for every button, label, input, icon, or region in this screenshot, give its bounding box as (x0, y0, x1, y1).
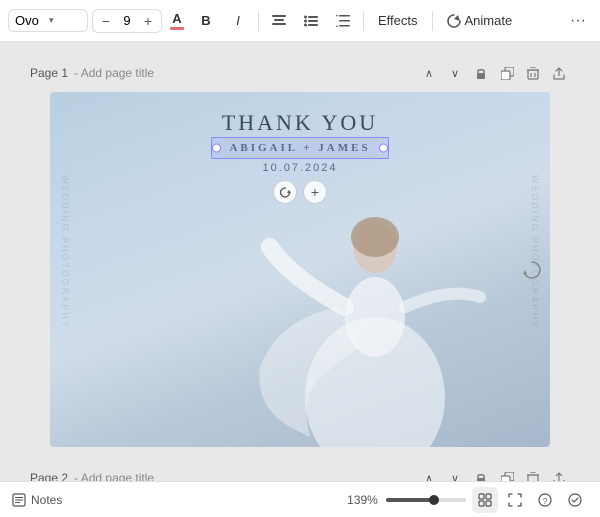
thank-you-text[interactable]: THANK YOU (50, 110, 550, 136)
zoom-percent-label: 139% (345, 493, 380, 507)
zoom-slider-thumb[interactable] (429, 495, 439, 505)
page-1-down-button[interactable]: ∨ (444, 62, 466, 84)
page-2-controls: ∧ ∨ (418, 467, 570, 481)
names-container[interactable]: ABIGAIL + JAMES (217, 140, 382, 156)
fullscreen-icon (508, 493, 522, 507)
trash-icon (527, 67, 539, 80)
page-1-number: Page 1 (30, 66, 68, 80)
effects-button[interactable]: Effects (370, 9, 426, 32)
grid-view-button[interactable] (472, 487, 498, 513)
animate-button[interactable]: Animate (439, 9, 521, 32)
help-button[interactable]: ? (532, 487, 558, 513)
notes-label: Notes (31, 493, 62, 507)
rotate-handle[interactable] (518, 256, 546, 284)
line-spacing-button[interactable] (329, 7, 357, 35)
names-text[interactable]: ABIGAIL + JAMES (217, 140, 382, 156)
zoom-controls: 139% (345, 493, 466, 507)
selection-handle-left[interactable] (212, 144, 221, 153)
page-1-delete-button[interactable] (522, 62, 544, 84)
page-1-copy-button[interactable] (496, 62, 518, 84)
status-check-button[interactable] (562, 487, 588, 513)
divider-1 (258, 11, 259, 31)
page-1-share-button[interactable] (548, 62, 570, 84)
page-1-controls: ∧ ∨ (418, 62, 570, 84)
share-icon (553, 67, 565, 80)
date-text[interactable]: 10.07.2024 (50, 162, 550, 174)
animate-label: Animate (465, 13, 513, 28)
page-1-lock-button[interactable] (470, 62, 492, 84)
line-spacing-icon (336, 15, 350, 27)
font-size-value: 9 (117, 13, 137, 28)
lock-icon (475, 472, 487, 482)
bottom-toolbar: Notes 139% (0, 481, 600, 517)
add-page-2-title[interactable]: - Add page title (74, 471, 154, 481)
font-selector[interactable]: Ovo ▾ (8, 9, 88, 32)
color-bar (170, 27, 184, 30)
canvas-area[interactable]: Page 1 - Add page title ∧ ∨ (0, 42, 600, 481)
font-chevron-icon: ▾ (49, 15, 81, 26)
reset-icon (280, 187, 291, 198)
align-button[interactable] (265, 7, 293, 35)
fullscreen-button[interactable] (502, 487, 528, 513)
page-2-label: Page 2 - Add page title ∧ ∨ (30, 467, 570, 481)
selection-handle-right[interactable] (379, 144, 388, 153)
align-icon (272, 15, 286, 27)
zoom-slider[interactable] (386, 498, 466, 502)
bold-button[interactable]: B (192, 7, 220, 35)
list-icon (304, 15, 318, 27)
inline-toolbar: + (50, 180, 550, 204)
inline-add-button[interactable]: + (303, 180, 327, 204)
divider-2 (363, 11, 364, 31)
font-size-group: − 9 + (92, 9, 162, 33)
rotate-icon (522, 260, 542, 280)
divider-3 (432, 11, 433, 31)
copy-icon (501, 67, 514, 80)
page-1-section: Page 1 - Add page title ∧ ∨ (30, 62, 570, 447)
page-2-delete-button[interactable] (522, 467, 544, 481)
page-1-text-overlay: THANK YOU ABIGAIL + JAMES 10.07.2024 (50, 110, 550, 204)
page-2-number: Page 2 (30, 471, 68, 481)
page-2-up-button[interactable]: ∧ (418, 467, 440, 481)
svg-text:?: ? (543, 497, 548, 506)
animate-icon (447, 14, 461, 28)
page-1-up-button[interactable]: ∧ (418, 62, 440, 84)
page-2-copy-button[interactable] (496, 467, 518, 481)
inline-reset-button[interactable] (273, 180, 297, 204)
share-icon-2 (553, 472, 565, 482)
check-circle-icon (568, 493, 582, 507)
list-button[interactable] (297, 7, 325, 35)
notes-icon (12, 493, 26, 507)
grid-icon (478, 493, 492, 507)
page-2-lock-button[interactable] (470, 467, 492, 481)
font-name-label: Ovo (15, 13, 47, 28)
page-2-share-button[interactable] (548, 467, 570, 481)
italic-button[interactable]: I (224, 7, 252, 35)
page-2-down-button[interactable]: ∨ (444, 467, 466, 481)
zoom-slider-fill (386, 498, 434, 502)
top-toolbar: Ovo ▾ − 9 + A B I (0, 0, 600, 42)
bottom-right-buttons: ? (472, 487, 588, 513)
lock-icon (475, 67, 487, 80)
more-options-button[interactable]: ··· (564, 7, 592, 35)
notes-button[interactable]: Notes (12, 493, 62, 507)
add-page-1-title[interactable]: - Add page title (74, 66, 154, 80)
font-size-increase-button[interactable]: + (139, 12, 157, 30)
page-1-label: Page 1 - Add page title ∧ ∨ (30, 62, 570, 84)
color-letter-label: A (172, 11, 181, 26)
trash-icon-2 (527, 472, 539, 482)
page-2-section: Page 2 - Add page title ∧ ∨ (30, 467, 570, 481)
copy-icon-2 (501, 472, 514, 482)
text-color-button[interactable]: A (166, 9, 188, 32)
page-1-canvas[interactable]: WEDDING PHOTOGRAPHY WEDDING PHOTOGRAPHY … (50, 92, 550, 447)
font-size-decrease-button[interactable]: − (97, 12, 115, 30)
effects-label: Effects (378, 13, 418, 28)
help-icon: ? (538, 493, 552, 507)
